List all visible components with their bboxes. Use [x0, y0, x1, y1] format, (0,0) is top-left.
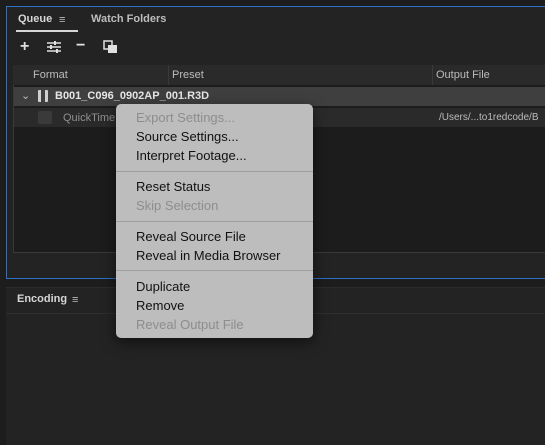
- menu-item-reveal-output-file: Reveal Output File: [136, 317, 244, 332]
- add-source-icon[interactable]: +: [20, 38, 29, 56]
- column-divider[interactable]: [168, 65, 169, 85]
- queue-item-name: B001_C096_0902AP_001.R3D: [55, 90, 210, 102]
- tab-watch-folders[interactable]: Watch Folders: [91, 13, 166, 25]
- column-output-file[interactable]: Output File: [436, 69, 490, 81]
- column-format[interactable]: Format: [33, 69, 68, 81]
- menu-item-skip-selection: Skip Selection: [136, 198, 219, 213]
- menu-item-remove[interactable]: Remove: [136, 298, 184, 313]
- queue-tab-bar: Queue ≡ Watch Folders: [7, 7, 545, 35]
- format-dropdown-icon[interactable]: [38, 111, 52, 124]
- active-tab-indicator: [16, 30, 78, 32]
- column-divider[interactable]: [432, 65, 433, 85]
- encoding-panel-menu-icon[interactable]: ≡: [72, 294, 78, 306]
- menu-item-reset-status[interactable]: Reset Status: [136, 179, 210, 194]
- duplicate-icon[interactable]: [103, 40, 118, 59]
- encoding-panel-title[interactable]: Encoding: [17, 293, 67, 305]
- queue-settings-icon[interactable]: [46, 40, 62, 59]
- menu-item-duplicate[interactable]: Duplicate: [136, 279, 190, 294]
- output-file-path[interactable]: /Users/...to1redcode/B: [439, 112, 539, 123]
- menu-item-reveal-source-file[interactable]: Reveal Source File: [136, 229, 246, 244]
- context-menu: Export Settings... Source Settings... In…: [116, 104, 313, 338]
- menu-item-export-settings: Export Settings...: [136, 110, 235, 125]
- menu-separator: [116, 171, 313, 172]
- queue-panel-menu-icon[interactable]: ≡: [59, 14, 65, 26]
- output-format[interactable]: QuickTime: [63, 112, 115, 124]
- menu-item-source-settings[interactable]: Source Settings...: [136, 129, 239, 144]
- tab-queue[interactable]: Queue: [18, 13, 52, 25]
- column-preset[interactable]: Preset: [172, 69, 204, 81]
- remove-icon[interactable]: −: [76, 37, 85, 55]
- menu-item-reveal-in-media-browser[interactable]: Reveal in Media Browser: [136, 248, 281, 263]
- menu-separator: [116, 270, 313, 271]
- chevron-down-icon[interactable]: ⌄: [21, 89, 30, 102]
- menu-separator: [116, 221, 313, 222]
- menu-item-interpret-footage[interactable]: Interpret Footage...: [136, 148, 247, 163]
- film-clip-icon: [38, 90, 48, 102]
- queue-column-header: Format Preset Output File: [13, 65, 545, 85]
